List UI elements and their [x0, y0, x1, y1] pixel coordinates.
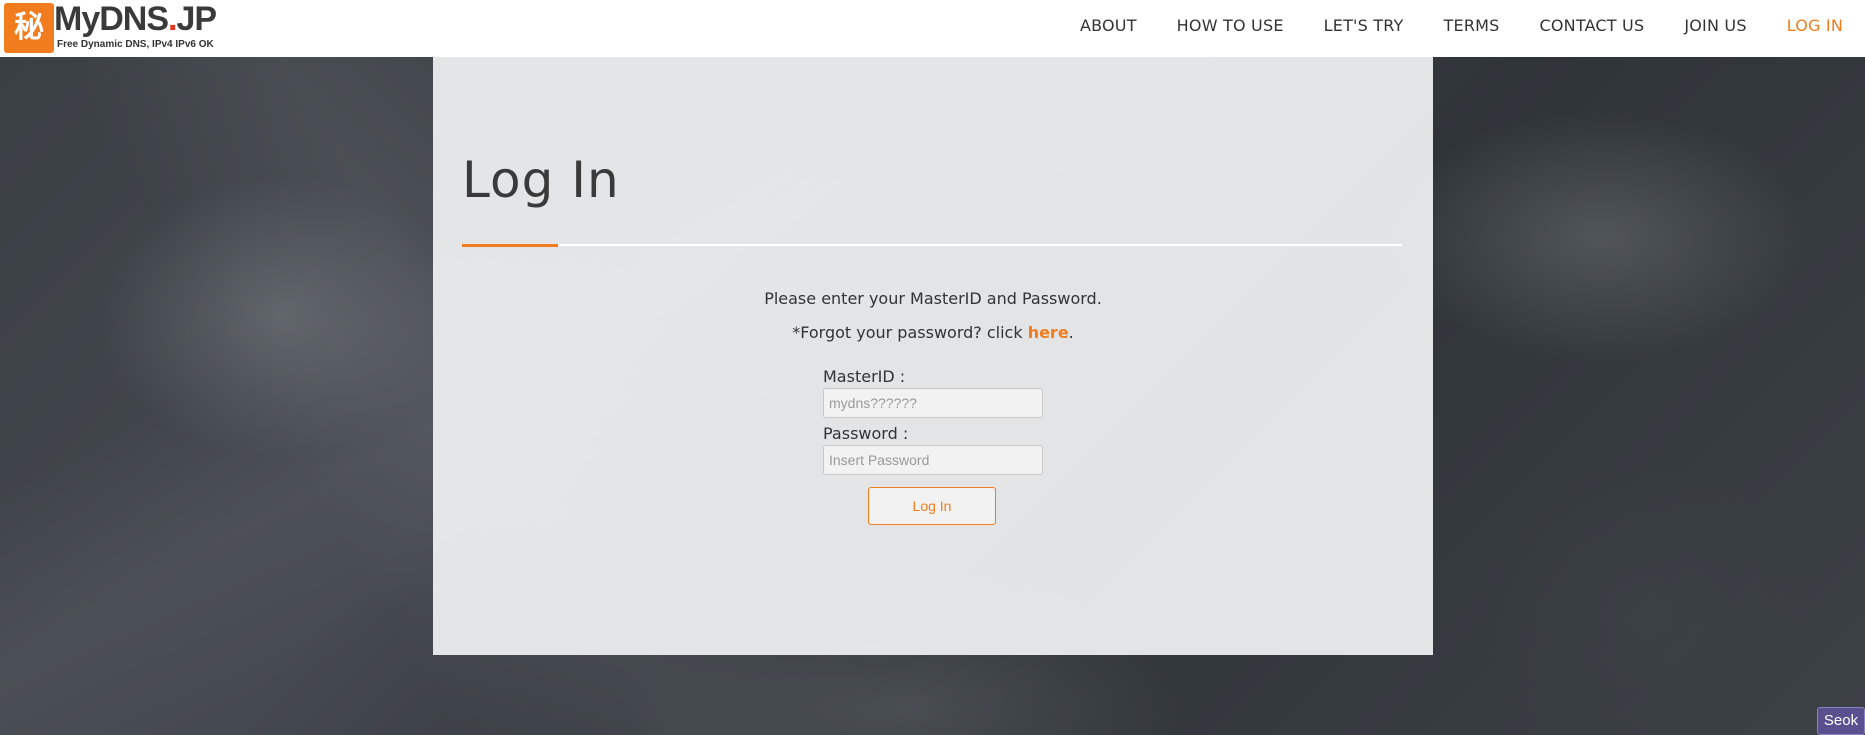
- logo-mark-icon: 秘: [4, 3, 54, 53]
- login-button[interactable]: Log In: [868, 487, 996, 525]
- user-badge[interactable]: Seok: [1817, 707, 1865, 735]
- nav-about[interactable]: ABOUT: [1080, 16, 1137, 35]
- page-title: Log In: [462, 151, 620, 209]
- nav-contact-us[interactable]: CONTACT US: [1540, 16, 1645, 35]
- nav-join-us[interactable]: JOIN US: [1684, 16, 1746, 35]
- site-header: 秘 MyDNS.JP Free Dynamic DNS, IPv4 IPv6 O…: [0, 0, 1865, 57]
- title-divider: [462, 244, 1402, 246]
- login-instruction: Please enter your MasterID and Password.: [764, 289, 1102, 308]
- login-panel: Log In Please enter your MasterID and Pa…: [433, 57, 1433, 655]
- logo-subtitle: Free Dynamic DNS, IPv4 IPv6 OK: [57, 39, 214, 50]
- nav-terms[interactable]: TERMS: [1444, 16, 1500, 35]
- nav-log-in[interactable]: LOG IN: [1787, 16, 1843, 35]
- title-divider-accent: [462, 244, 558, 247]
- password-input[interactable]: [823, 445, 1043, 475]
- nav-how-to-use[interactable]: HOW TO USE: [1177, 16, 1284, 35]
- logo-title: MyDNS.JP: [54, 0, 217, 38]
- masterid-input[interactable]: [823, 388, 1043, 418]
- masterid-label: MasterID :: [823, 367, 906, 386]
- login-form: MasterID : Password :: [823, 367, 1053, 481]
- main-nav: ABOUT HOW TO USE LET'S TRY TERMS CONTACT…: [1040, 0, 1843, 50]
- forgot-password-link[interactable]: here: [1028, 323, 1069, 342]
- forgot-password-text: *Forgot your password? click here.: [792, 323, 1074, 342]
- nav-lets-try[interactable]: LET'S TRY: [1324, 16, 1404, 35]
- site-logo[interactable]: 秘 MyDNS.JP Free Dynamic DNS, IPv4 IPv6 O…: [4, 0, 226, 53]
- password-label: Password :: [823, 424, 909, 443]
